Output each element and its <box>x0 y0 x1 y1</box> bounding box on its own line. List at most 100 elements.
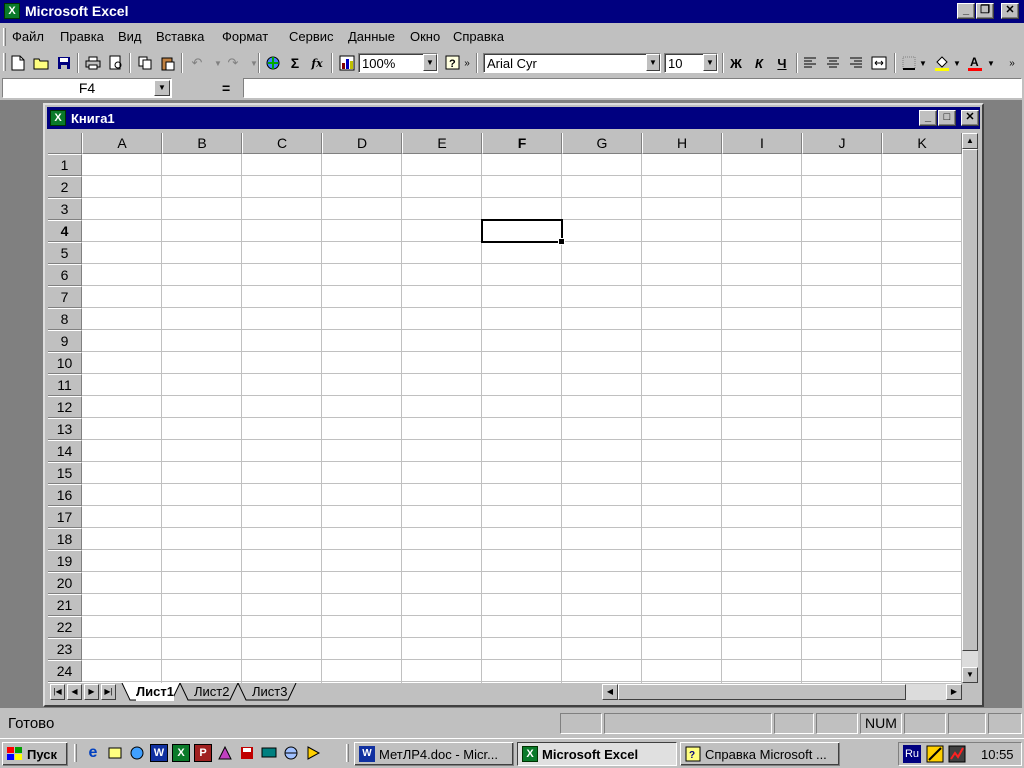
row-header-8[interactable]: 8 <box>48 308 82 330</box>
column-header-k[interactable]: K <box>882 133 962 154</box>
task-help[interactable]: ? Справка Microsoft ... <box>680 742 840 766</box>
last-sheet-icon[interactable]: ▶| <box>101 684 116 700</box>
function-wizard-icon[interactable]: fx <box>306 52 328 74</box>
workbook-maximize-button[interactable]: □ <box>938 110 956 126</box>
horizontal-scroll-thumb[interactable] <box>618 684 906 700</box>
chevron-down-icon[interactable]: ▼ <box>646 54 660 71</box>
row-header-14[interactable]: 14 <box>48 440 82 462</box>
minimize-button[interactable]: _ <box>957 3 975 19</box>
column-header-g[interactable]: G <box>562 133 642 154</box>
menu-grip[interactable] <box>3 28 6 46</box>
clock[interactable]: 10:55 <box>981 747 1014 762</box>
row-header-22[interactable]: 22 <box>48 616 82 638</box>
row-header-10[interactable]: 10 <box>48 352 82 374</box>
row-header-6[interactable]: 6 <box>48 264 82 286</box>
sheet-tab-3[interactable]: Лист3 <box>252 683 287 701</box>
prev-sheet-icon[interactable]: ◀ <box>67 684 82 700</box>
workbook-minimize-button[interactable]: _ <box>919 110 937 126</box>
vertical-scroll-thumb[interactable] <box>962 149 978 651</box>
quicklaunch-grip[interactable] <box>74 744 77 762</box>
tray-tool-icon[interactable] <box>926 745 944 766</box>
undo-icon[interactable]: ↶ <box>186 52 208 74</box>
task-excel[interactable]: X Microsoft Excel <box>517 742 677 766</box>
excel-quicklaunch-icon[interactable]: X <box>172 744 190 762</box>
workbook-title-bar[interactable]: X Книга1 _ □ ✕ <box>47 107 980 129</box>
scroll-up-icon[interactable]: ▲ <box>962 133 978 149</box>
horizontal-scrollbar[interactable]: ◀ ▶ <box>602 684 962 700</box>
row-header-1[interactable]: 1 <box>48 154 82 176</box>
sheet-tab-1[interactable]: Лист1 <box>136 683 174 701</box>
chevron-down-icon[interactable]: ▼ <box>423 54 437 71</box>
row-header-9[interactable]: 9 <box>48 330 82 352</box>
menu-format[interactable]: Формат <box>222 29 268 44</box>
internet-explorer-icon[interactable]: e <box>84 744 102 762</box>
monitor-icon[interactable] <box>260 744 278 762</box>
toolbar-more-icon[interactable]: » <box>461 52 473 74</box>
word-icon[interactable]: W <box>150 744 168 762</box>
row-header-23[interactable]: 23 <box>48 638 82 660</box>
scroll-right-icon[interactable]: ▶ <box>946 684 962 700</box>
row-header-20[interactable]: 20 <box>48 572 82 594</box>
row-header-13[interactable]: 13 <box>48 418 82 440</box>
font-size-select[interactable]: 10 ▼ <box>664 53 718 73</box>
formula-equals-icon[interactable]: = <box>222 80 230 96</box>
powerpoint-icon[interactable]: P <box>194 744 212 762</box>
task-word-document[interactable]: W МетЛР4.doc - Micr... <box>354 742 514 766</box>
row-header-17[interactable]: 17 <box>48 506 82 528</box>
align-right-icon[interactable] <box>845 52 867 74</box>
print-icon[interactable] <box>82 52 104 74</box>
name-box[interactable]: F4 ▼ <box>2 78 172 98</box>
menu-help[interactable]: Справка <box>453 29 504 44</box>
row-header-15[interactable]: 15 <box>48 462 82 484</box>
row-header-2[interactable]: 2 <box>48 176 82 198</box>
menu-view[interactable]: Вид <box>118 29 142 44</box>
menu-edit[interactable]: Правка <box>60 29 104 44</box>
font-name-select[interactable]: Arial Cyr ▼ <box>483 53 661 73</box>
row-header-4[interactable]: 4 <box>48 220 82 242</box>
italic-button[interactable]: К <box>748 52 770 74</box>
outlook-icon[interactable] <box>106 744 124 762</box>
access-icon[interactable] <box>216 744 234 762</box>
fill-color-icon[interactable] <box>931 52 953 74</box>
scroll-down-icon[interactable]: ▼ <box>962 667 978 683</box>
channels-icon[interactable] <box>128 744 146 762</box>
sheet-tab-2[interactable]: Лист2 <box>194 683 229 701</box>
menu-insert[interactable]: Вставка <box>156 29 204 44</box>
open-folder-icon[interactable] <box>30 52 52 74</box>
row-header-18[interactable]: 18 <box>48 528 82 550</box>
column-header-b[interactable]: B <box>162 133 242 154</box>
align-left-icon[interactable] <box>799 52 821 74</box>
formula-input[interactable] <box>243 78 1022 98</box>
column-header-f[interactable]: F <box>482 133 562 154</box>
column-header-j[interactable]: J <box>802 133 882 154</box>
chart-wizard-icon[interactable] <box>336 52 358 74</box>
zoom-select[interactable]: 100% ▼ <box>358 53 438 73</box>
underline-button[interactable]: Ч <box>771 52 793 74</box>
fill-color-dropdown-icon[interactable]: ▼ <box>951 52 963 74</box>
row-header-21[interactable]: 21 <box>48 594 82 616</box>
row-header-12[interactable]: 12 <box>48 396 82 418</box>
copy-icon[interactable] <box>134 52 156 74</box>
restore-button[interactable]: ❐ <box>976 3 994 19</box>
chevron-down-icon[interactable]: ▼ <box>154 80 170 96</box>
toolbar-more-icon[interactable]: » <box>1004 52 1020 74</box>
autosum-icon[interactable]: Σ <box>284 52 306 74</box>
vertical-scrollbar[interactable]: ▲ ▼ <box>962 133 978 683</box>
row-header-16[interactable]: 16 <box>48 484 82 506</box>
column-header-a[interactable]: A <box>82 133 162 154</box>
excel-icon[interactable]: X <box>4 3 20 19</box>
network-icon[interactable] <box>282 744 300 762</box>
next-sheet-icon[interactable]: ▶ <box>84 684 99 700</box>
row-header-5[interactable]: 5 <box>48 242 82 264</box>
font-color-dropdown-icon[interactable]: ▼ <box>985 52 997 74</box>
font-color-icon[interactable]: A <box>964 52 986 74</box>
active-cell[interactable] <box>481 219 565 245</box>
column-header-e[interactable]: E <box>402 133 482 154</box>
menu-window[interactable]: Окно <box>410 29 440 44</box>
save-icon[interactable] <box>53 52 75 74</box>
menu-tools[interactable]: Сервис <box>289 29 334 44</box>
align-center-icon[interactable] <box>822 52 844 74</box>
merge-center-icon[interactable] <box>868 52 890 74</box>
scroll-left-icon[interactable]: ◀ <box>602 684 618 700</box>
hyperlink-icon[interactable] <box>262 52 284 74</box>
